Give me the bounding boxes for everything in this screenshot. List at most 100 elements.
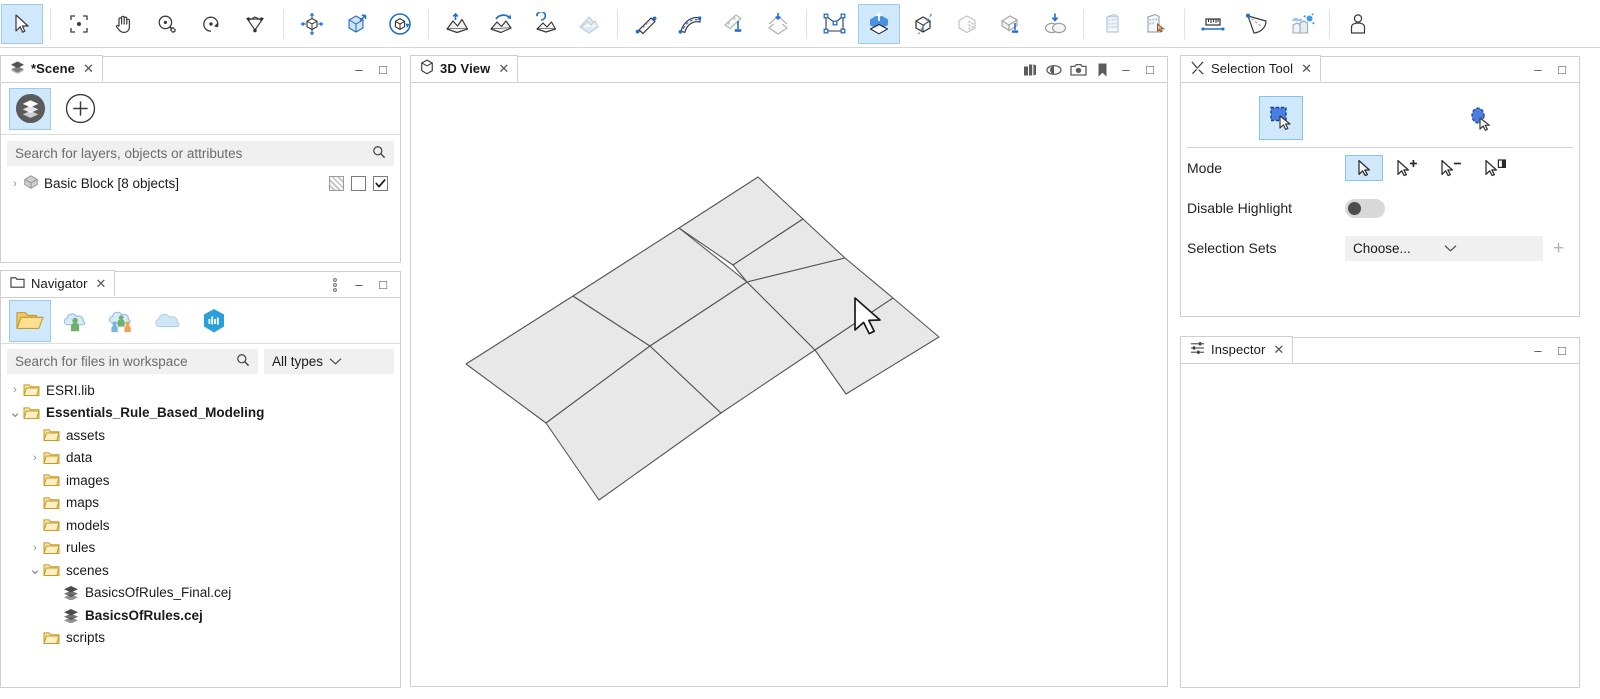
layer-expand-twisty[interactable]: › xyxy=(7,178,23,190)
tab-inspector[interactable]: Inspector ✕ xyxy=(1180,336,1293,363)
edit-terrain-tool[interactable] xyxy=(480,4,522,44)
share-scene-tool[interactable] xyxy=(1280,4,1322,44)
shared-content-button[interactable] xyxy=(101,300,143,342)
disable-highlight-toggle[interactable] xyxy=(1345,199,1385,218)
inspector-tab-close-icon[interactable]: ✕ xyxy=(1273,343,1284,356)
search-icon[interactable] xyxy=(372,145,386,162)
file-assets[interactable]: assets xyxy=(1,424,400,447)
file-essentials-rule-based-modeling[interactable]: ⌄Essentials_Rule_Based_Modeling xyxy=(1,402,400,425)
align-shapes-tool[interactable] xyxy=(990,4,1032,44)
layer-select-box[interactable] xyxy=(351,176,366,191)
layer-visible-box[interactable] xyxy=(373,176,388,191)
view-split-icon[interactable] xyxy=(1019,60,1041,80)
polygonal-shape-tool[interactable] xyxy=(814,4,856,44)
navigator-maximize-button[interactable]: □ xyxy=(372,275,394,295)
navigator-minimize-button[interactable]: – xyxy=(348,275,370,295)
add-layer-button[interactable] xyxy=(59,88,101,130)
view-canvas[interactable] xyxy=(410,83,1168,687)
pan-tool[interactable] xyxy=(102,4,144,44)
file-expand-twisty[interactable]: ⌄ xyxy=(7,408,23,418)
view-maximize-button[interactable]: □ xyxy=(1139,60,1161,80)
arcgis-hex-icon-button[interactable] xyxy=(193,300,235,342)
viewshed-tool[interactable] xyxy=(1236,4,1278,44)
street-align-tool[interactable] xyxy=(713,4,755,44)
local-workspace-button[interactable] xyxy=(9,300,51,342)
view-tab-close-icon[interactable]: ✕ xyxy=(498,62,509,75)
selection-tool-tab-close-icon[interactable]: ✕ xyxy=(1301,62,1312,75)
create-terrain-tool[interactable] xyxy=(436,4,478,44)
graph-align-tool[interactable] xyxy=(757,4,799,44)
file-scenes[interactable]: ⌄scenes xyxy=(1,559,400,582)
reshape-tool[interactable] xyxy=(902,4,944,44)
online-content-button[interactable] xyxy=(147,300,189,342)
reset-terrain-tool[interactable] xyxy=(524,4,566,44)
terrain-layer-tool[interactable] xyxy=(568,4,610,44)
measure-tool[interactable] xyxy=(1192,4,1234,44)
tab-navigator[interactable]: Navigator ✕ xyxy=(0,270,115,297)
combine-shapes-tool[interactable] xyxy=(1034,4,1076,44)
navigator-tab-close-icon[interactable]: ✕ xyxy=(96,277,107,290)
scene-tab-close-icon[interactable]: ✕ xyxy=(83,62,94,75)
selection-sets-combo[interactable]: Choose... xyxy=(1345,236,1543,261)
person-view-tool[interactable] xyxy=(1337,4,1379,44)
eye-icon[interactable] xyxy=(1043,60,1065,80)
mode-add-button[interactable] xyxy=(1389,155,1427,181)
scene-search-input[interactable]: Search for layers, objects or attributes xyxy=(7,141,394,166)
tab-selection-tool[interactable]: Selection Tool ✕ xyxy=(1180,55,1321,82)
camera-tool[interactable] xyxy=(234,4,276,44)
file-expand-twisty[interactable]: ⌄ xyxy=(27,565,43,575)
layer-basic-block[interactable]: › Basic Block [8 objects] xyxy=(1,172,400,195)
file-maps[interactable]: maps xyxy=(1,492,400,515)
camera-icon[interactable] xyxy=(1067,60,1089,80)
inspector-maximize-button[interactable]: □ xyxy=(1551,341,1573,361)
my-content-button[interactable] xyxy=(55,300,97,342)
select-tool[interactable] xyxy=(1,4,43,44)
file-expand-twisty[interactable]: › xyxy=(27,542,43,554)
file-expand-twisty[interactable]: › xyxy=(7,384,23,396)
add-selection-set-button[interactable]: + xyxy=(1553,239,1564,258)
selection-tool-maximize-button[interactable]: □ xyxy=(1551,60,1573,80)
generate-models-tool[interactable] xyxy=(1091,4,1133,44)
select-models-tool[interactable] xyxy=(1135,4,1177,44)
focus-tool[interactable] xyxy=(58,4,100,44)
move-tool[interactable] xyxy=(291,4,333,44)
chevron-down-icon[interactable] xyxy=(1444,241,1535,256)
search-icon[interactable] xyxy=(236,353,250,370)
file-images[interactable]: images xyxy=(1,469,400,492)
file-models[interactable]: models xyxy=(1,514,400,537)
view-menu-icon[interactable] xyxy=(324,275,346,295)
scene-minimize-button[interactable]: – xyxy=(348,60,370,80)
mode-replace-button[interactable] xyxy=(1345,155,1383,181)
selection-tool-minimize-button[interactable]: – xyxy=(1527,60,1549,80)
file-rules[interactable]: ›rules xyxy=(1,537,400,560)
file-basicsofrules-final-cej[interactable]: BasicsOfRules_Final.cej xyxy=(1,582,400,605)
street-curve-tool[interactable] xyxy=(669,4,711,44)
street-create-tool[interactable] xyxy=(625,4,667,44)
file-basicsofrules-cej[interactable]: BasicsOfRules.cej xyxy=(1,604,400,627)
navigator-type-filter[interactable]: All types xyxy=(264,349,394,374)
mode-subtract-button[interactable] xyxy=(1433,155,1471,181)
file-data[interactable]: ›data xyxy=(1,447,400,470)
tab-3d-view[interactable]: 3D View ✕ xyxy=(410,55,518,82)
scene-maximize-button[interactable]: □ xyxy=(372,60,394,80)
rotate-tool[interactable] xyxy=(379,4,421,44)
view-minimize-button[interactable]: – xyxy=(1115,60,1137,80)
layer-lock-box[interactable] xyxy=(329,176,344,191)
chevron-down-icon[interactable] xyxy=(329,354,386,369)
bookmark-icon[interactable] xyxy=(1091,60,1113,80)
scene-layers-button[interactable] xyxy=(9,88,51,130)
file-expand-twisty[interactable]: › xyxy=(27,452,43,464)
inspector-minimize-button[interactable]: – xyxy=(1527,341,1549,361)
lasso-select-button[interactable] xyxy=(1458,96,1502,140)
orbit-tool[interactable] xyxy=(190,4,232,44)
mode-intersect-button[interactable] xyxy=(1477,155,1515,181)
file-scripts[interactable]: scripts xyxy=(1,627,400,650)
rectangle-select-button[interactable] xyxy=(1259,96,1303,140)
tab-scene[interactable]: *Scene ✕ xyxy=(0,55,103,82)
zoom-tool[interactable] xyxy=(146,4,188,44)
subdivide-tool[interactable] xyxy=(946,4,988,44)
scale-tool[interactable] xyxy=(335,4,377,44)
navigator-search-input[interactable]: Search for files in workspace xyxy=(7,349,258,374)
file-esri-lib[interactable]: ›ESRI.lib xyxy=(1,379,400,402)
push-pull-tool[interactable] xyxy=(858,4,900,44)
